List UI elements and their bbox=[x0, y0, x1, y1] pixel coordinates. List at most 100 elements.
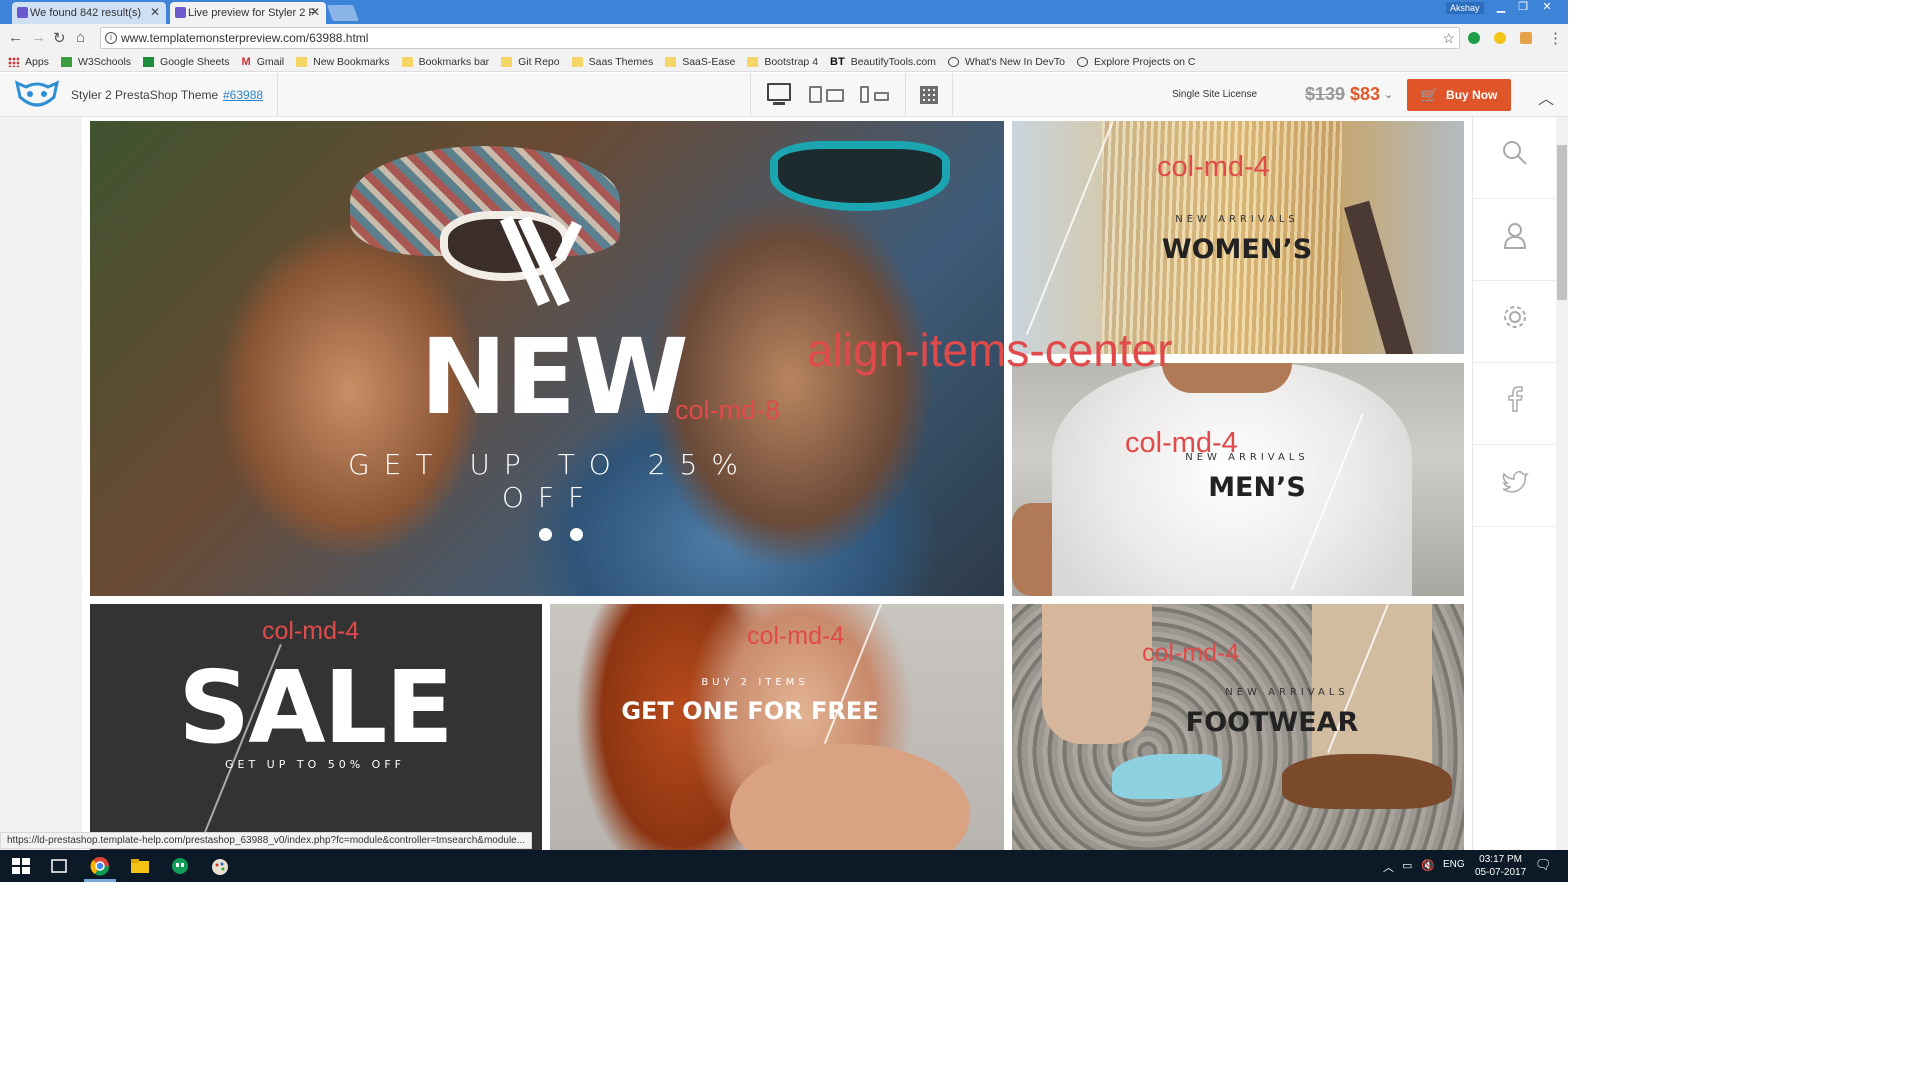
new-tab-button[interactable] bbox=[327, 5, 359, 21]
theme-id-link[interactable]: #63988 bbox=[223, 88, 263, 102]
task-view-icon[interactable] bbox=[48, 856, 70, 876]
sale-subline: GET UP TO 50% OFF bbox=[224, 758, 405, 771]
site-content: NEW GET UP TO 25% OFF NEW ARRIVALS WOMEN… bbox=[82, 117, 1472, 850]
annotation-col-md-4: col-md-4 bbox=[1157, 151, 1270, 183]
tab-close-icon[interactable]: ✕ bbox=[150, 5, 160, 19]
tablet-landscape-icon[interactable] bbox=[826, 89, 844, 102]
extension-star-icon[interactable] bbox=[1494, 32, 1506, 44]
bookmark-folder[interactable]: Bookmarks bar bbox=[401, 56, 489, 68]
tab-close-icon[interactable]: ✕ bbox=[310, 5, 320, 19]
annotation-align-items-center: align-items-center bbox=[807, 324, 1173, 376]
bookmark-label: Apps bbox=[25, 55, 49, 68]
qr-code-icon[interactable] bbox=[920, 86, 938, 104]
browser-tab-active[interactable]: Live preview for Styler 2 F ✕ bbox=[170, 2, 326, 24]
mens-banner[interactable]: NEW ARRIVALS MEN’S bbox=[1012, 363, 1464, 596]
buy-now-button[interactable]: 🛒 Buy Now bbox=[1407, 79, 1511, 111]
bag-strap-decor bbox=[1344, 200, 1416, 354]
chrome-menu-icon[interactable]: ⋮ bbox=[1548, 29, 1563, 47]
clock-date: 05-07-2017 bbox=[1475, 867, 1527, 878]
system-clock[interactable]: 03:17 PM 05-07-2017 bbox=[1475, 853, 1526, 879]
chevron-down-icon[interactable]: ⌄ bbox=[1384, 88, 1393, 101]
language-indicator[interactable]: ENG bbox=[1443, 859, 1465, 870]
folder-icon bbox=[747, 56, 759, 67]
bookmark-star-icon[interactable]: ☆ bbox=[1442, 30, 1455, 47]
site-info-icon[interactable]: i bbox=[105, 32, 117, 44]
sheets-icon bbox=[143, 56, 155, 67]
extension-key-icon[interactable] bbox=[1520, 32, 1532, 44]
sidebar-facebook[interactable] bbox=[1473, 363, 1557, 445]
sidebar-search[interactable] bbox=[1473, 117, 1557, 199]
annotation-col-md-8: col-md-8 bbox=[675, 395, 781, 425]
tray-expand-icon[interactable]: ︿ bbox=[1383, 859, 1394, 875]
shoulder-decor bbox=[730, 744, 970, 850]
bt-icon: BT bbox=[830, 55, 845, 68]
volume-muted-icon[interactable]: 🔇 bbox=[1421, 859, 1435, 872]
chrome-taskbar-icon[interactable] bbox=[89, 856, 111, 876]
bookmark-devtools[interactable]: What's New In DevTo bbox=[947, 56, 1065, 68]
sidebar-account[interactable] bbox=[1473, 199, 1557, 281]
bookmark-label: Git Repo bbox=[518, 55, 560, 68]
bookmark-folder[interactable]: Git Repo bbox=[501, 55, 560, 68]
restore-icon[interactable]: ❐ bbox=[1512, 0, 1534, 16]
forward-arrow-icon[interactable]: → bbox=[31, 29, 46, 46]
folder-icon bbox=[296, 56, 308, 67]
bookmark-folder[interactable]: Saas Themes bbox=[571, 56, 653, 68]
sidebar-twitter[interactable] bbox=[1473, 445, 1557, 527]
facebook-icon bbox=[1508, 386, 1523, 412]
extension-green-icon[interactable] bbox=[1468, 32, 1480, 44]
templatemonster-logo-icon[interactable] bbox=[14, 77, 60, 111]
url-text: www.templatemonsterpreview.com/63988.htm… bbox=[121, 31, 369, 45]
url-bar[interactable]: i www.templatemonsterpreview.com/63988.h… bbox=[100, 27, 1460, 49]
reload-icon[interactable]: ↻ bbox=[53, 29, 66, 47]
bookmark-apps[interactable]: Apps bbox=[8, 56, 49, 68]
sidebar-settings[interactable] bbox=[1473, 281, 1557, 363]
address-toolbar: ← → ↻ ⌂ i www.templatemonsterpreview.com… bbox=[0, 24, 1568, 52]
divider bbox=[277, 73, 278, 116]
preview-header: Styler 2 PrestaShop Theme #63988 Single … bbox=[0, 73, 1568, 117]
folder-icon bbox=[501, 56, 513, 67]
bookmark-codepen[interactable]: Explore Projects on C bbox=[1076, 56, 1196, 68]
page-scrollbar-thumb[interactable] bbox=[1557, 145, 1567, 300]
phone-landscape-icon[interactable] bbox=[874, 92, 889, 101]
back-arrow-icon[interactable]: ← bbox=[8, 29, 23, 46]
phone-portrait-icon[interactable] bbox=[860, 86, 869, 103]
minimize-icon[interactable]: ▁ bbox=[1490, 0, 1512, 16]
tablet-portrait-icon[interactable] bbox=[809, 86, 822, 103]
annotation-col-md-4: col-md-4 bbox=[262, 617, 360, 645]
w3schools-icon bbox=[60, 56, 72, 67]
hero-headline: NEW bbox=[420, 316, 689, 438]
bookmark-gmail[interactable]: M Gmail bbox=[242, 56, 285, 68]
gmail-icon: M bbox=[241, 55, 251, 68]
notifications-icon[interactable]: 🗨 bbox=[1535, 857, 1552, 873]
slider-dot[interactable] bbox=[539, 528, 552, 541]
license-selector[interactable]: Single Site License bbox=[1172, 89, 1257, 100]
file-explorer-icon[interactable] bbox=[129, 856, 151, 876]
chevron-up-icon[interactable]: ︿ bbox=[1538, 85, 1554, 109]
sunglasses-decor bbox=[770, 141, 950, 211]
bookmark-label: SaaS-Ease bbox=[682, 55, 736, 68]
annotation-col-md-4: col-md-4 bbox=[1142, 639, 1240, 667]
close-window-icon[interactable]: ✕ bbox=[1536, 0, 1558, 16]
windows-start-icon[interactable] bbox=[10, 856, 32, 876]
hangouts-icon[interactable] bbox=[169, 856, 191, 876]
bookmark-google-sheets[interactable]: Google Sheets bbox=[143, 56, 230, 68]
bookmark-beautifytools[interactable]: BT BeautifyTools.com bbox=[830, 56, 936, 68]
new-price: $83 bbox=[1350, 84, 1381, 104]
templatemonster-favicon-icon bbox=[17, 7, 28, 18]
bookmark-folder[interactable]: New Bookmarks bbox=[296, 56, 390, 68]
bookmark-folder[interactable]: Bootstrap 4 bbox=[747, 56, 818, 68]
network-icon[interactable]: ▭ bbox=[1402, 859, 1412, 872]
slider-dot-active[interactable] bbox=[570, 528, 583, 541]
mens-title: MEN’S bbox=[1208, 472, 1306, 503]
home-icon[interactable]: ⌂ bbox=[76, 29, 85, 46]
brown-shoe-decor bbox=[1282, 754, 1452, 809]
browser-tab[interactable]: We found 842 result(s) ✕ bbox=[12, 2, 166, 24]
bookmark-folder[interactable]: SaaS-Ease bbox=[665, 56, 735, 68]
profile-name[interactable]: Akshay bbox=[1446, 2, 1484, 14]
search-icon bbox=[1503, 141, 1527, 165]
paint-app-icon[interactable] bbox=[209, 856, 231, 876]
bookmark-w3schools[interactable]: W3Schools bbox=[60, 55, 132, 68]
hero-subline: GET UP TO 25% OFF bbox=[348, 448, 752, 514]
bookmark-label: W3Schools bbox=[77, 55, 132, 68]
desktop-view-icon[interactable] bbox=[767, 83, 791, 101]
